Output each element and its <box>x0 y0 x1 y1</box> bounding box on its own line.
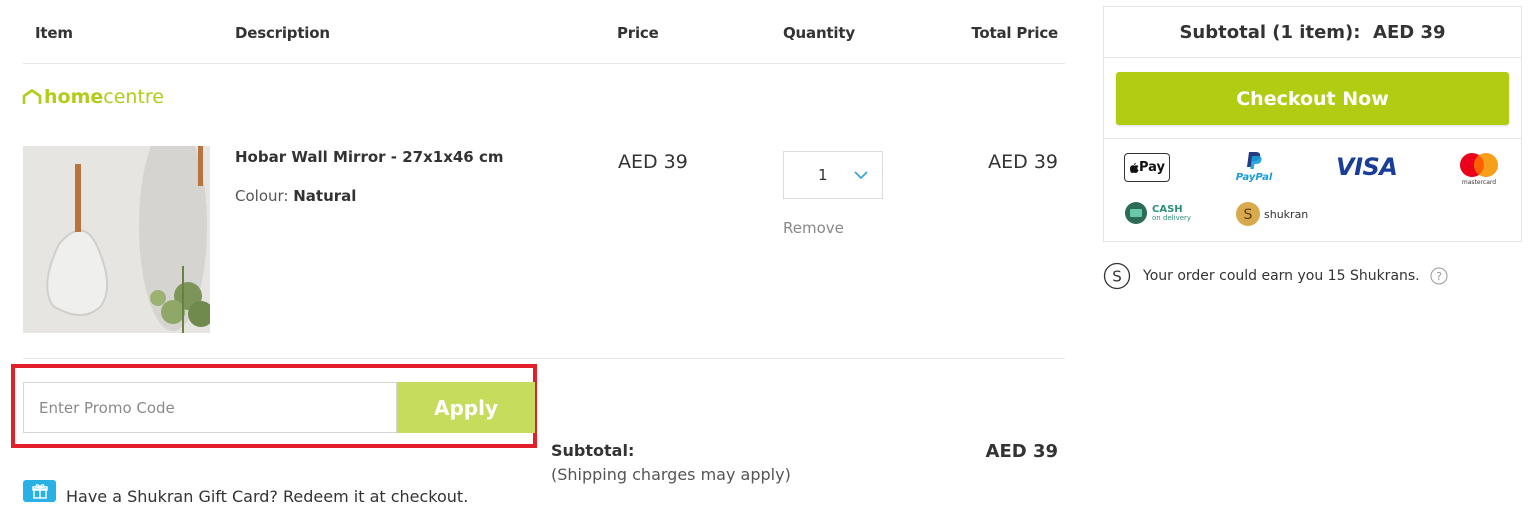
gift-card-message: Have a Shukran Gift Card? Redeem it at c… <box>66 487 469 506</box>
product-price: AED 39 <box>618 151 688 173</box>
svg-text:S: S <box>1112 268 1122 286</box>
summary-subtotal-value: AED 39 <box>1373 21 1446 43</box>
product-image[interactable] <box>23 146 210 333</box>
logo-text-home: home <box>44 86 104 108</box>
quantity-value: 1 <box>818 166 828 184</box>
shipping-note: (Shipping charges may apply) <box>551 465 791 484</box>
shukran-s-icon: S <box>1103 262 1131 290</box>
homecentre-logo: home centre <box>22 86 164 108</box>
header-divider <box>23 63 1065 64</box>
product-divider <box>23 358 1065 359</box>
colour-value: Natural <box>293 187 357 205</box>
checkout-now-button[interactable]: Checkout Now <box>1116 72 1509 125</box>
help-question-icon[interactable]: ? <box>1430 267 1448 285</box>
column-header-description: Description <box>235 24 330 42</box>
visa-icon: VISA <box>1336 153 1398 181</box>
product-total-price: AED 39 <box>988 151 1058 173</box>
mastercard-text: mastercard <box>1461 179 1497 186</box>
house-icon <box>22 89 42 104</box>
promo-code-input[interactable] <box>23 382 397 433</box>
mastercard-circles <box>1460 153 1498 177</box>
shukran-text: shukran <box>1264 207 1309 221</box>
column-header-total-price: Total Price <box>971 24 1058 42</box>
mastercard-icon: mastercard <box>1456 152 1502 186</box>
cash-circle-icon <box>1125 202 1147 224</box>
order-summary-subtotal: Subtotal (1 item): AED 39 <box>1103 6 1522 58</box>
on-delivery-text: on delivery <box>1152 213 1192 222</box>
paypal-logo-shape <box>1247 152 1262 169</box>
cash-on-delivery-icon: CASH on delivery <box>1124 201 1191 225</box>
remove-link[interactable]: Remove <box>783 219 844 237</box>
column-header-item: Item <box>35 24 73 42</box>
mirror-illustration <box>23 146 210 333</box>
subtotal-label: Subtotal: <box>551 441 635 460</box>
apple-pay-text: Pay <box>1138 160 1166 175</box>
logo-text-centre: centre <box>103 86 164 108</box>
cash-text: CASH <box>1152 203 1183 215</box>
paypal-text: PayPal <box>1235 172 1273 183</box>
apply-promo-button[interactable]: Apply <box>397 382 535 433</box>
shukran-payment-icon: S shukran <box>1235 201 1308 227</box>
colour-label: Colour: <box>235 187 289 205</box>
svg-text:S: S <box>1244 207 1253 223</box>
gift-icon <box>23 480 56 502</box>
product-name[interactable]: Hobar Wall Mirror - 27x1x46 cm <box>235 148 504 166</box>
apple-logo-shape <box>1129 162 1139 173</box>
paypal-icon: PayPal <box>1236 151 1272 187</box>
quantity-select[interactable]: 1 <box>783 151 883 199</box>
shukran-earn-note: S Your order could earn you 15 Shukrans.… <box>1103 262 1448 290</box>
apple-pay-icon: Pay <box>1124 153 1170 182</box>
subtotal-value: AED 39 <box>985 441 1058 462</box>
shukran-coin-icon: S <box>1236 202 1260 226</box>
gift-box-shape <box>31 484 48 499</box>
chevron-down-icon <box>854 170 868 179</box>
svg-text:?: ? <box>1436 270 1442 283</box>
product-colour: Colour: Natural <box>235 187 356 205</box>
shukran-earn-text: Your order could earn you 15 Shukrans. <box>1143 268 1420 284</box>
column-header-price: Price <box>617 24 659 42</box>
payment-methods: Pay PayPal VISA mastercard CASH on deliv… <box>1103 138 1522 242</box>
column-header-quantity: Quantity <box>783 24 855 42</box>
summary-subtotal-label: Subtotal (1 item): <box>1179 21 1361 43</box>
